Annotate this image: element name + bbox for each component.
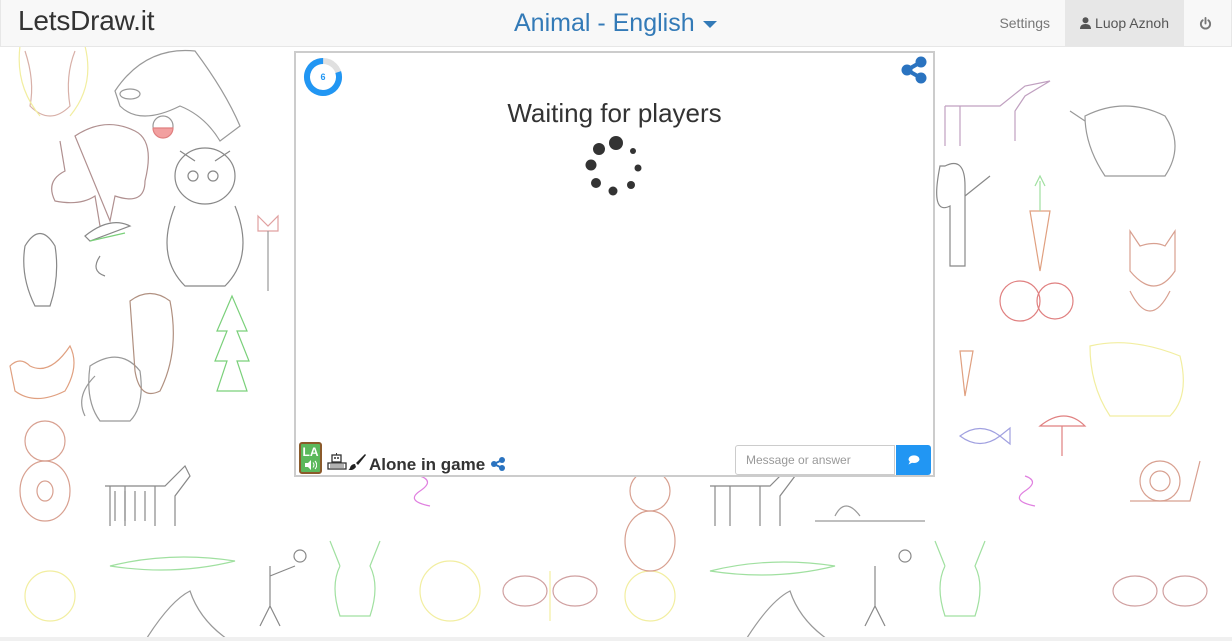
- squiggle-doodle: [413, 475, 1036, 507]
- game-status-title: Waiting for players: [507, 98, 722, 128]
- nav-right: Settings Luop Aznoh: [984, 0, 1231, 46]
- lion2-doodle: [24, 560, 676, 622]
- invite-share-button[interactable]: [490, 457, 506, 476]
- top-navbar: LetsDraw.it Animal - English Settings Lu…: [0, 0, 1232, 47]
- game-bottom-bar: LA Alone in game: [299, 442, 931, 476]
- otter-doodle: [129, 292, 174, 395]
- snail-doodle: [1130, 460, 1201, 502]
- pokeball-doodle: [152, 115, 174, 139]
- settings-label: Settings: [999, 15, 1051, 31]
- spinner-dot: [630, 148, 636, 154]
- mushroom-doodle: [1038, 415, 1087, 456]
- fox-doodle: [1129, 229, 1176, 312]
- lion-doodle: [18, 46, 89, 117]
- share-button[interactable]: [899, 55, 929, 90]
- spinner-dot: [585, 159, 597, 171]
- croc2-doodle: [709, 561, 836, 576]
- tennis-player-doodle: [259, 549, 912, 627]
- monkey-doodle: [936, 162, 991, 267]
- shark-doodle: [144, 590, 831, 641]
- brand-logo[interactable]: LetsDraw.it: [18, 5, 154, 37]
- player-status: Alone in game: [369, 455, 486, 474]
- bird-doodle: [23, 232, 58, 307]
- timer-value: 6: [320, 72, 326, 82]
- rhino-doodle: [1069, 105, 1176, 177]
- flower-doodle: [257, 214, 279, 291]
- spinner-dot: [608, 186, 618, 196]
- share-icon: [491, 457, 505, 471]
- bush-doodle: [815, 505, 925, 522]
- cat-doodle: [1089, 342, 1184, 417]
- spinner-dot: [591, 178, 601, 188]
- robot-player-icon: [327, 453, 347, 470]
- send-message-button[interactable]: [896, 445, 931, 475]
- power-icon: [1199, 16, 1212, 29]
- frog-doodle: [329, 540, 381, 617]
- round-timer: 6: [303, 57, 343, 97]
- unicorn-doodle: [944, 80, 1051, 146]
- category-dropdown[interactable]: Animal - English: [514, 9, 717, 38]
- caret-down-icon: [702, 21, 717, 28]
- crocodile-doodle: [109, 556, 236, 571]
- game-panel: 6 Waiting for players LA Alone in game M…: [294, 51, 935, 477]
- cherries-doodle: [999, 280, 1074, 322]
- frog2-doodle: [934, 540, 986, 617]
- language-badge[interactable]: LA: [299, 442, 322, 474]
- chat-bubble-icon: [908, 455, 919, 465]
- teddy-doodle: [19, 420, 71, 522]
- hen-doodle: [9, 344, 75, 400]
- language-code: LA: [302, 445, 319, 459]
- elephant-doodle: [81, 356, 142, 422]
- butterfly2-doodle: [1112, 575, 1208, 607]
- carrot2-doodle: [959, 350, 974, 397]
- brush-icon: [348, 454, 366, 470]
- user-icon: [1080, 17, 1092, 29]
- spinner-dot: [634, 164, 642, 172]
- owl-doodle: [166, 147, 244, 287]
- teddy2-doodle: [624, 470, 676, 572]
- message-input[interactable]: [735, 445, 895, 475]
- user-name: Luop Aznoh: [1095, 15, 1169, 31]
- share-icon: [901, 56, 927, 84]
- fish-doodle: [958, 426, 1011, 446]
- orca-doodle: [114, 49, 241, 142]
- loading-spinner-icon: [585, 136, 642, 196]
- user-profile-link[interactable]: Luop Aznoh: [1065, 0, 1184, 46]
- spinner-dot: [593, 143, 605, 155]
- spinner-dot: [609, 136, 623, 150]
- zebra-doodle: [105, 464, 191, 526]
- category-label: Animal - English: [514, 9, 695, 37]
- croc-head-doodle: [84, 222, 132, 277]
- logout-button[interactable]: [1184, 0, 1231, 46]
- speaker-icon: [304, 460, 317, 470]
- butterfly-doodle: [502, 571, 598, 621]
- carrot-doodle: [1029, 174, 1051, 272]
- footer-strip: [0, 637, 1232, 641]
- tree-doodle: [214, 294, 250, 392]
- boar-doodle: [51, 123, 149, 227]
- spinner-dot: [627, 181, 635, 189]
- settings-link[interactable]: Settings: [984, 0, 1065, 46]
